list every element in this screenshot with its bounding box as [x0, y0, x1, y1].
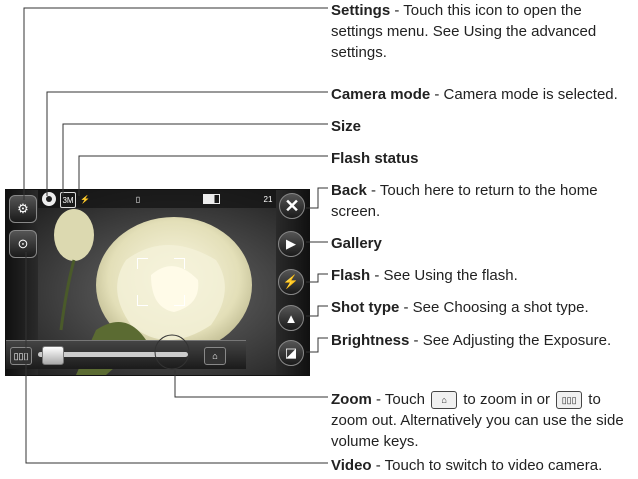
back-annotation: Back - Touch here to return to the home …: [331, 180, 631, 222]
annotation-text: - See Using the flash.: [370, 267, 518, 284]
annotation-title: Zoom: [331, 391, 372, 408]
annotation-title: Gallery: [331, 235, 382, 252]
annotation-title: Video: [331, 457, 372, 474]
zoom-out-icon: ▯▯▯: [556, 391, 583, 410]
annotation-text: - Camera mode is selected.: [430, 86, 618, 103]
annotation-title: Flash: [331, 267, 371, 284]
flash-status-annotation: Flash status: [331, 148, 631, 169]
annotation-text: - Touch here to return to the home scree…: [331, 182, 598, 220]
video-annotation: Video - Touch to switch to video camera.: [331, 455, 631, 476]
annotation-text: - Touch to switch to video camera.: [371, 457, 603, 474]
zoom-annotation: Zoom - Touch ⌂ to zoom in or ▯▯▯ to zoom…: [331, 389, 631, 452]
annotation-title: Camera mode: [331, 86, 431, 103]
annotation-text: - Touch: [371, 391, 430, 408]
camera-mode-annotation: Camera mode - Camera mode is selected.: [331, 84, 631, 105]
annotation-title: Back: [331, 182, 367, 199]
annotation-text: - See Adjusting the Exposure.: [409, 332, 612, 349]
annotation-title: Flash status: [331, 150, 419, 167]
gallery-annotation: Gallery: [331, 233, 631, 254]
brightness-annotation: Brightness - See Adjusting the Exposure.: [331, 330, 631, 351]
zoom-in-icon: ⌂: [431, 391, 458, 410]
annotation-text: to zoom in or: [459, 391, 555, 408]
annotation-title: Size: [331, 118, 362, 135]
shot-type-annotation: Shot type - See Choosing a shot type.: [331, 297, 631, 318]
size-annotation: Size: [331, 116, 631, 137]
annotation-title: Shot type: [331, 299, 400, 316]
settings-annotation: Settings - Touch this icon to open the s…: [331, 0, 631, 63]
annotation-title: Settings: [331, 2, 391, 19]
flash-annotation: Flash - See Using the flash.: [331, 265, 631, 286]
annotation-title: Brightness: [331, 332, 410, 349]
annotation-text: - See Choosing a shot type.: [399, 299, 589, 316]
